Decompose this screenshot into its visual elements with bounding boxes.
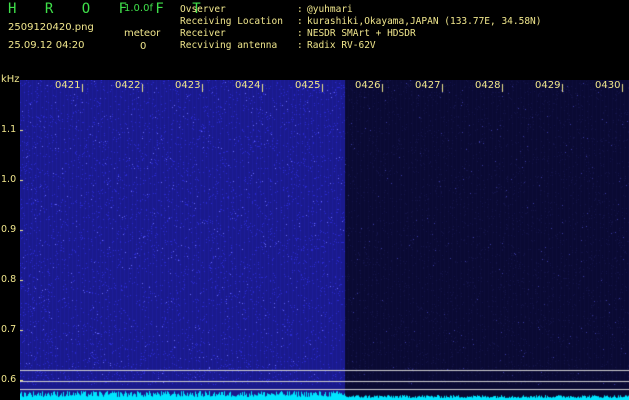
- info-value-antenna: Radix RV-62V: [307, 40, 376, 51]
- info-key-antenna: Recviving antenna: [180, 40, 278, 51]
- x-tick-label: 0422: [115, 80, 141, 91]
- y-tick-label: 0.8: [1, 274, 17, 285]
- app-version: 1.0.0f: [124, 3, 153, 14]
- info-key-observer: Ovserver: [180, 4, 226, 15]
- info-separator: :: [297, 16, 303, 27]
- info-value-observer: @yuhmari: [307, 4, 353, 15]
- info-key-location: Receiving Location: [180, 16, 283, 27]
- x-tick-label: 0430: [595, 80, 621, 91]
- y-tick-label: 0.9: [1, 224, 17, 235]
- x-tick-label: 0425: [295, 80, 321, 91]
- y-axis-unit: kHz: [1, 74, 20, 85]
- info-separator: :: [297, 40, 303, 51]
- info-separator: :: [297, 4, 303, 15]
- info-value-location: kurashiki,Okayama,JAPAN (133.77E, 34.58N…: [307, 16, 542, 27]
- x-tick-label: 0421: [55, 80, 81, 91]
- x-tick-label: 0428: [475, 80, 501, 91]
- x-tick-label: 0429: [535, 80, 561, 91]
- capture-datetime: 25.09.12 04:20: [8, 40, 85, 51]
- y-tick-label: 1.0: [1, 174, 17, 185]
- y-tick-label: 0.6: [1, 374, 17, 385]
- info-key-receiver: Receiver: [180, 28, 226, 39]
- meteor-label: meteor: [124, 28, 161, 39]
- x-tick-label: 0424: [235, 80, 261, 91]
- y-tick-label: 1.1: [1, 124, 17, 135]
- meteor-count: 0: [140, 41, 147, 52]
- info-value-receiver: NESDR SMArt + HDSDR: [307, 28, 416, 39]
- x-tick-label: 0427: [415, 80, 441, 91]
- x-tick-label: 0423: [175, 80, 201, 91]
- spectrogram-canvas: [20, 80, 629, 400]
- image-filename: 2509120420.png: [8, 22, 94, 33]
- info-separator: :: [297, 28, 303, 39]
- x-tick-label: 0426: [355, 80, 381, 91]
- y-tick-label: 0.7: [1, 324, 17, 335]
